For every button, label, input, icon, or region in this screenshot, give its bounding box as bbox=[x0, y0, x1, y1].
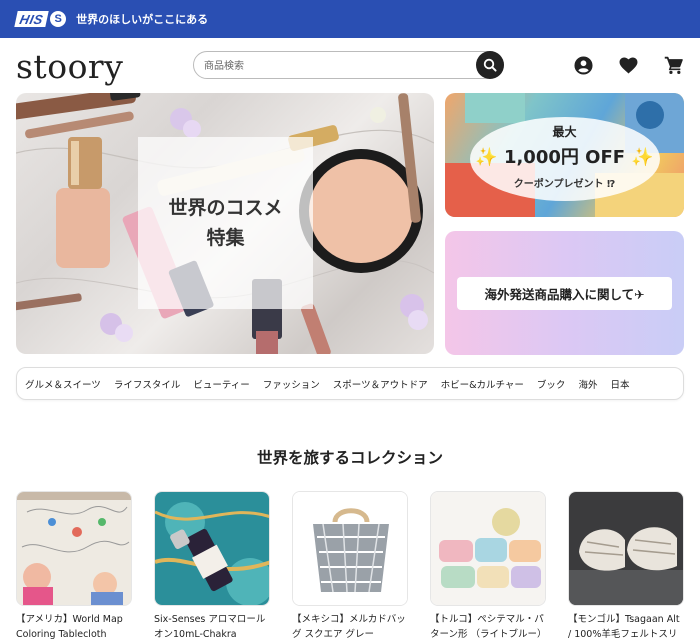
product-caption: 【トルコ】ペシテマル・パターン形 （ライトブルー） bbox=[430, 614, 547, 640]
promo-coupon-text: クーポンプレゼント ⁉ bbox=[513, 179, 616, 190]
site-header: stoory bbox=[0, 38, 700, 92]
account-button[interactable] bbox=[573, 55, 593, 75]
his-logo-s: S bbox=[50, 11, 67, 27]
site-logo[interactable]: stoory bbox=[16, 47, 123, 86]
category-beauty[interactable]: ビューティー bbox=[193, 377, 249, 391]
search-bar bbox=[193, 51, 504, 79]
product-card[interactable]: Six-Senses アロマロールオン10mL-Chakra Balance..… bbox=[154, 491, 270, 641]
tagline: 世界のほしいがここにある bbox=[76, 13, 209, 26]
product-caption: Six-Senses アロマロールオン10mL-Chakra Balance..… bbox=[154, 614, 266, 640]
coupon-promo-banner[interactable]: 最大 ✨ 1,000円 OFF ✨ クーポンプレゼント ⁉ bbox=[445, 93, 684, 217]
hero-title-box: 世界のコスメ 特集 bbox=[138, 137, 313, 309]
product-card[interactable]: 【モンゴル】Tsagaan Alt / 100%羊毛フェルトスリッ... bbox=[568, 491, 684, 641]
product-image bbox=[292, 491, 408, 606]
his-logo[interactable]: HIS S bbox=[14, 9, 67, 29]
cart-button[interactable] bbox=[663, 55, 683, 75]
cosmetics-feature-banner[interactable]: 世界のコスメ 特集 bbox=[16, 93, 434, 354]
category-gourmet[interactable]: グルメ＆スイーツ bbox=[25, 377, 101, 391]
top-banner: HIS S 世界のほしいがここにある bbox=[0, 0, 700, 38]
category-lifestyle[interactable]: ライフスタイル bbox=[114, 377, 181, 391]
overseas-shipping-banner[interactable]: 海外発送商品購入に関して✈ bbox=[445, 231, 684, 355]
collection-title: 世界を旅するコレクション bbox=[256, 449, 443, 467]
product-image bbox=[568, 491, 684, 606]
product-card[interactable]: 【メキシコ】メルカドバッグ スクエア グレー bbox=[292, 491, 408, 641]
heart-icon bbox=[619, 56, 637, 74]
category-overseas[interactable]: 海外 bbox=[578, 377, 597, 391]
product-caption: 【モンゴル】Tsagaan Alt / 100%羊毛フェルトスリッ... bbox=[568, 614, 680, 640]
search-icon bbox=[483, 58, 497, 72]
promo-discount: ✨ 1,000円 OFF ✨ bbox=[475, 147, 654, 168]
product-image bbox=[16, 491, 132, 606]
search-input[interactable] bbox=[204, 56, 464, 76]
product-image bbox=[154, 491, 270, 606]
cart-icon bbox=[664, 56, 683, 74]
hero-title: 世界のコスメ 特集 bbox=[168, 197, 283, 249]
account-icon bbox=[573, 55, 593, 75]
product-caption: 【アメリカ】World Map Coloring Tablecloth bbox=[16, 614, 123, 640]
product-caption: 【メキシコ】メルカドバッグ スクエア グレー bbox=[292, 614, 406, 640]
category-nav: グルメ＆スイーツ ライフスタイル ビューティー ファッション スポーツ＆アウトド… bbox=[16, 367, 684, 400]
promo-max-label: 最大 bbox=[552, 125, 577, 139]
product-image bbox=[430, 491, 546, 606]
category-japan[interactable]: 日本 bbox=[610, 377, 629, 391]
his-logo-text: HIS bbox=[14, 11, 49, 27]
product-card[interactable]: 【アメリカ】World Map Coloring Tablecloth bbox=[16, 491, 132, 641]
overseas-shipping-label: 海外発送商品購入に関して✈ bbox=[457, 277, 672, 310]
category-book[interactable]: ブック bbox=[537, 377, 566, 391]
category-fashion[interactable]: ファッション bbox=[263, 377, 320, 391]
category-sports-outdoor[interactable]: スポーツ＆アウトドア bbox=[333, 377, 428, 391]
favorites-button[interactable] bbox=[618, 55, 638, 75]
search-button[interactable] bbox=[476, 51, 504, 79]
category-hobby-culture[interactable]: ホビー&カルチャー bbox=[441, 377, 524, 391]
product-card[interactable]: 【トルコ】ペシテマル・パターン形 （ライトブルー） bbox=[430, 491, 547, 641]
